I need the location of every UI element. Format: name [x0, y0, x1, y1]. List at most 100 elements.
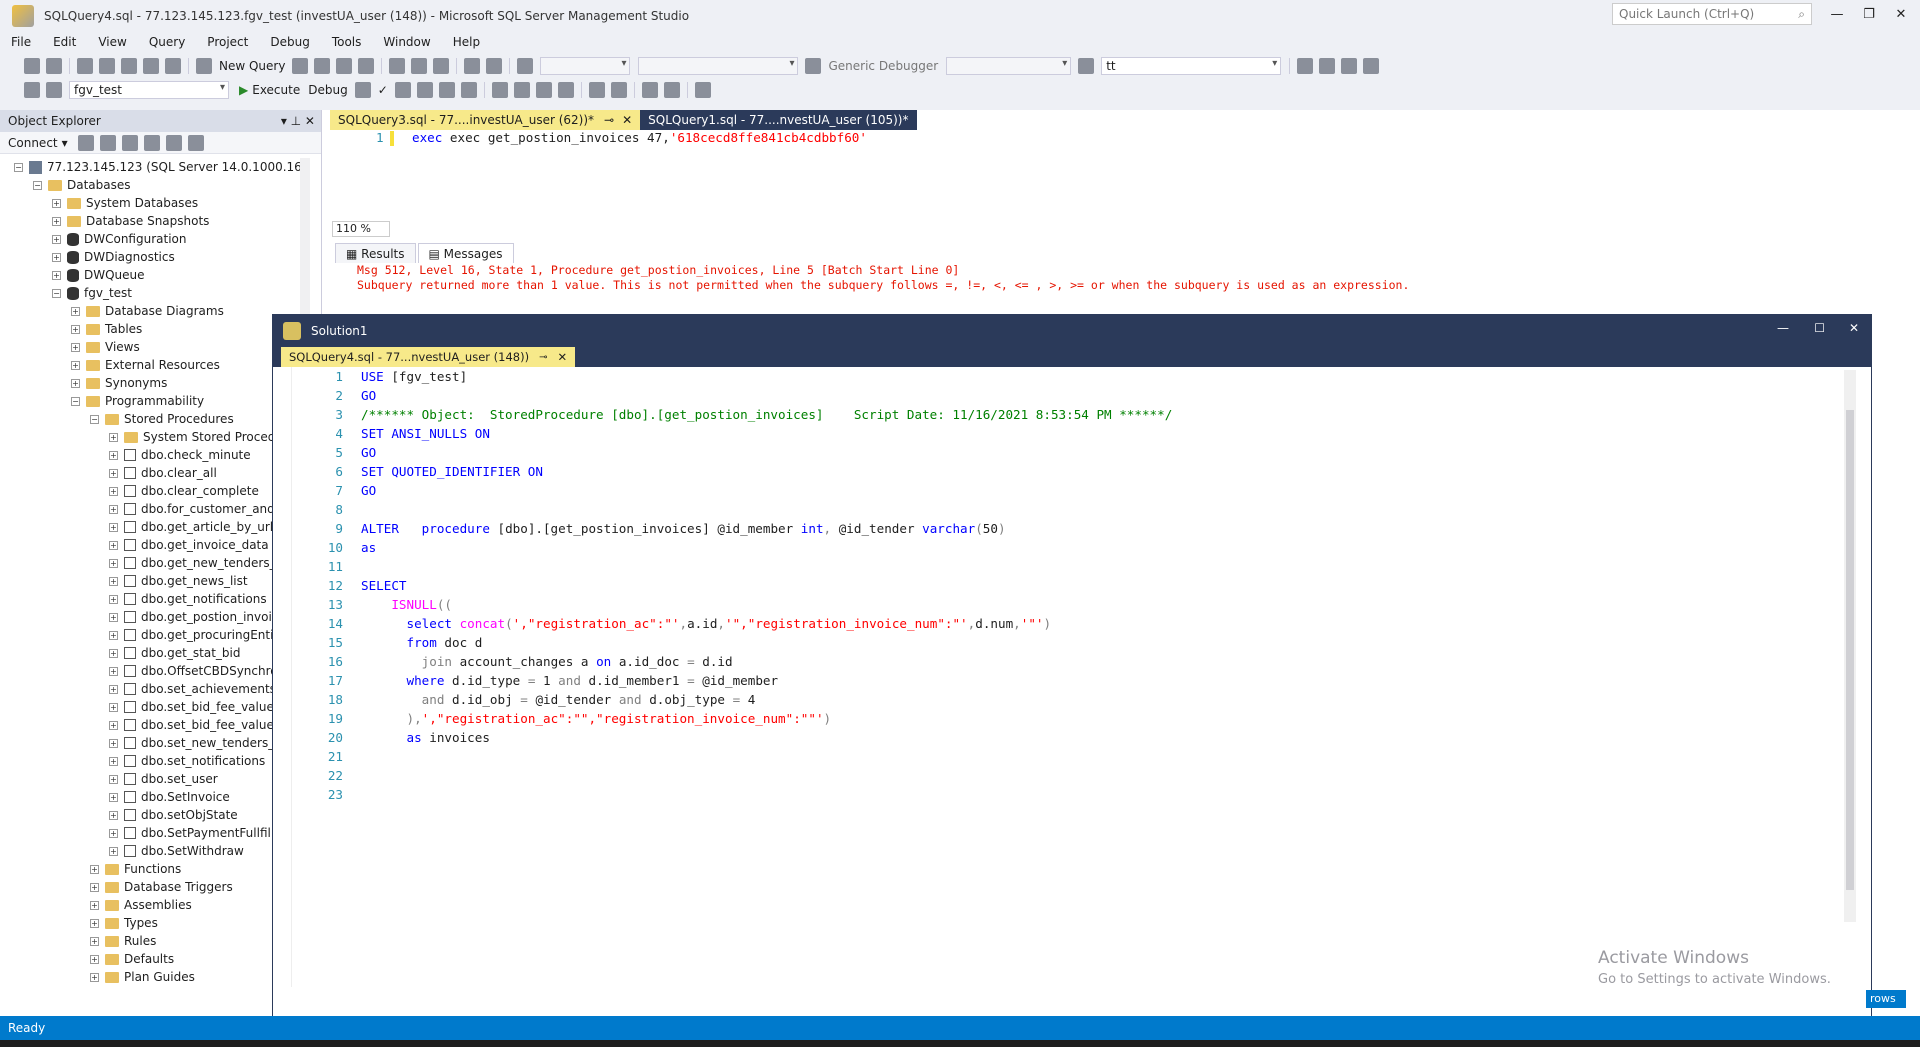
- tree-node[interactable]: + System Databases: [52, 194, 198, 212]
- dax-icon[interactable]: [358, 58, 375, 74]
- tree-node[interactable]: − fgv_test: [52, 284, 132, 302]
- new-query-button[interactable]: New Query: [219, 59, 285, 73]
- intellisense-icon[interactable]: [438, 82, 455, 98]
- pin-icon[interactable]: ⊸: [604, 113, 614, 127]
- expand-icon[interactable]: +: [109, 666, 118, 676]
- expand-icon[interactable]: +: [109, 828, 118, 838]
- tree-node[interactable]: + dbo.SetWithdraw: [109, 842, 244, 860]
- code-line[interactable]: GO: [361, 443, 376, 462]
- wrench-icon[interactable]: [1319, 58, 1336, 74]
- tab-sqlquery3[interactable]: SQLQuery3.sql - 77....investUA_user (62)…: [330, 110, 641, 130]
- execute-icon[interactable]: ▶: [239, 83, 248, 97]
- expand-icon[interactable]: +: [109, 702, 118, 712]
- tree-node[interactable]: + Functions: [90, 860, 181, 878]
- tree-node[interactable]: + System Stored Procedur: [109, 428, 288, 446]
- tree-node[interactable]: + Defaults: [90, 950, 174, 968]
- tree-node[interactable]: + dbo.setObjState: [109, 806, 238, 824]
- menu-project[interactable]: Project: [196, 35, 259, 49]
- tree-node[interactable]: + dbo.get_article_by_url: [109, 518, 273, 536]
- collapse-icon[interactable]: −: [90, 414, 99, 424]
- results-file-icon[interactable]: [557, 82, 574, 98]
- tree-node[interactable]: + dbo.check_minute: [109, 446, 251, 464]
- expand-icon[interactable]: +: [109, 540, 118, 550]
- properties-icon[interactable]: [1297, 58, 1314, 74]
- expand-icon[interactable]: +: [109, 504, 118, 514]
- open-icon[interactable]: [121, 58, 137, 74]
- tree-node[interactable]: − Databases: [33, 176, 131, 194]
- code-line[interactable]: GO: [361, 481, 376, 500]
- code-line[interactable]: where d.id_type = 1 and d.id_member1 = @…: [361, 671, 779, 690]
- code-line[interactable]: SET QUOTED_IDENTIFIER ON: [361, 462, 543, 481]
- tree-node[interactable]: + dbo.for_customer_and_: [109, 500, 281, 518]
- collapse-icon[interactable]: −: [33, 180, 42, 190]
- results-grid-icon[interactable]: [535, 82, 552, 98]
- tree-node[interactable]: + dbo.OffsetCBDSynchro: [109, 662, 278, 680]
- paste-icon[interactable]: [433, 58, 450, 74]
- menu-file[interactable]: File: [0, 35, 42, 49]
- tree-node[interactable]: + dbo.get_invoice_data: [109, 536, 269, 554]
- pin-icon[interactable]: ⊸: [539, 352, 547, 363]
- results-text-icon[interactable]: [513, 82, 530, 98]
- tree-node[interactable]: + dbo.get_new_tenders_m: [109, 554, 287, 572]
- debugger-icon[interactable]: [805, 58, 822, 74]
- filter-icon[interactable]: [143, 134, 160, 151]
- new-project-icon[interactable]: [77, 58, 93, 74]
- tree-node[interactable]: + dbo.get_news_list: [109, 572, 248, 590]
- save-all-icon[interactable]: [165, 58, 181, 74]
- expand-icon[interactable]: +: [109, 558, 118, 568]
- code-line[interactable]: exec exec get_postion_invoices 47,'618ce…: [412, 130, 867, 145]
- zoom-combo[interactable]: 110 %: [332, 221, 390, 237]
- disconnect-icon[interactable]: [99, 134, 116, 151]
- tree-node[interactable]: + dbo.clear_complete: [109, 482, 259, 500]
- tree-node[interactable]: + Rules: [90, 932, 156, 950]
- tree-node[interactable]: + DWDiagnostics: [52, 248, 175, 266]
- code-line[interactable]: as invoices: [361, 728, 490, 747]
- menu-view[interactable]: View: [87, 35, 137, 49]
- quick-launch-input[interactable]: Quick Launch (Ctrl+Q) ⌕: [1612, 3, 1812, 25]
- decrease-indent-icon[interactable]: [641, 82, 658, 98]
- forward-icon[interactable]: [46, 58, 62, 74]
- tree-node[interactable]: + Assemblies: [90, 896, 192, 914]
- code-editor[interactable]: 1 USE [fgv_test] 2 GO 3 /****** Object: Store…: [273, 367, 1843, 1038]
- tree-node[interactable]: + dbo.set_achievements: [109, 680, 276, 698]
- cancel-query-icon[interactable]: [354, 82, 371, 98]
- expand-icon[interactable]: +: [52, 252, 61, 262]
- client-stats-icon[interactable]: [491, 82, 508, 98]
- tree-node[interactable]: + dbo.get_stat_bid: [109, 644, 240, 662]
- close-icon[interactable]: ✕: [557, 350, 567, 364]
- tree-node[interactable]: + dbo.get_notifications: [109, 590, 267, 608]
- tree-node[interactable]: + dbo.set_user: [109, 770, 218, 788]
- expand-icon[interactable]: +: [109, 738, 118, 748]
- menu-debug[interactable]: Debug: [259, 35, 320, 49]
- code-line[interactable]: SET ANSI_NULLS ON: [361, 424, 490, 443]
- undo-icon[interactable]: [464, 58, 481, 74]
- connect-icon[interactable]: [77, 134, 94, 151]
- query-designer-icon[interactable]: [416, 82, 433, 98]
- layout-icon[interactable]: [1363, 58, 1380, 74]
- dmx-icon[interactable]: [314, 58, 331, 74]
- debug-button[interactable]: Debug: [308, 83, 347, 97]
- expand-icon[interactable]: +: [109, 450, 118, 460]
- minimize-icon[interactable]: —: [1822, 4, 1852, 26]
- tree-node[interactable]: + Database Diagrams: [71, 302, 224, 320]
- expand-icon[interactable]: +: [109, 486, 118, 496]
- collapse-icon[interactable]: −: [52, 288, 61, 298]
- expand-icon[interactable]: +: [90, 972, 99, 982]
- tree-node[interactable]: + Tables: [71, 320, 142, 338]
- menu-edit[interactable]: Edit: [42, 35, 87, 49]
- code-line[interactable]: USE [fgv_test]: [361, 367, 467, 386]
- copy-icon[interactable]: [411, 58, 428, 74]
- debugger-label[interactable]: Generic Debugger: [828, 59, 938, 73]
- tree-node[interactable]: + dbo.get_postion_invoic: [109, 608, 278, 626]
- tree-node[interactable]: + Plan Guides: [90, 968, 195, 986]
- tree-node[interactable]: + External Resources: [71, 356, 220, 374]
- close-icon[interactable]: ✕: [1886, 4, 1916, 26]
- include-plan-icon[interactable]: [460, 82, 477, 98]
- code-line[interactable]: GO: [361, 386, 376, 405]
- expand-icon[interactable]: +: [90, 954, 99, 964]
- display-plan-icon[interactable]: [394, 82, 411, 98]
- tree-node[interactable]: + dbo.set_new_tenders_m: [109, 734, 286, 752]
- maximize-icon[interactable]: ☐: [1814, 321, 1825, 335]
- expand-icon[interactable]: +: [109, 432, 118, 442]
- query-editor[interactable]: 1 exec exec get_postion_invoices 47,'618…: [330, 130, 1895, 220]
